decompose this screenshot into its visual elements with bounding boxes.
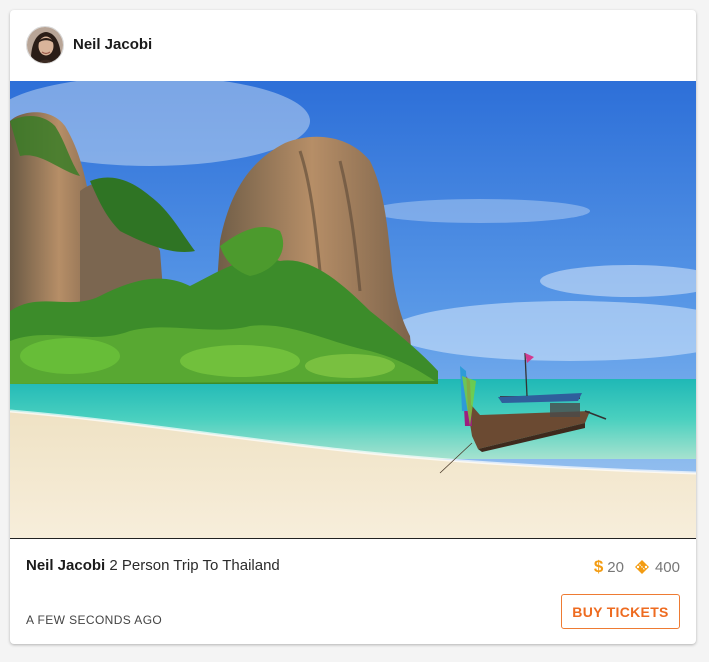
author-name[interactable]: Neil Jacobi [73,36,152,53]
post-stats: $ 20 400 [594,557,680,577]
post-header: Neil Jacobi [10,10,696,81]
post-card: Neil Jacobi Neil Jacobi 2 Person Trip To… [10,10,696,644]
post-caption: Neil Jacobi 2 Person Trip To Thailand [26,557,280,574]
dollar-icon: $ [593,557,604,576]
caption-title: 2 Person Trip To Thailand [109,557,280,574]
photo-divider [10,538,696,539]
tickets-stat: 400 [633,558,680,576]
price-stat: $ 20 [594,557,624,577]
tickets-value: 400 [654,558,680,576]
post-photo[interactable] [10,81,696,538]
ticket-icon [633,558,651,576]
buy-tickets-button[interactable]: BUY TICKETS [561,594,680,629]
post-timestamp: A FEW SECONDS AGO [26,613,163,627]
price-value: 20 [607,558,624,576]
caption-author[interactable]: Neil Jacobi [26,557,105,574]
avatar[interactable] [26,26,64,64]
